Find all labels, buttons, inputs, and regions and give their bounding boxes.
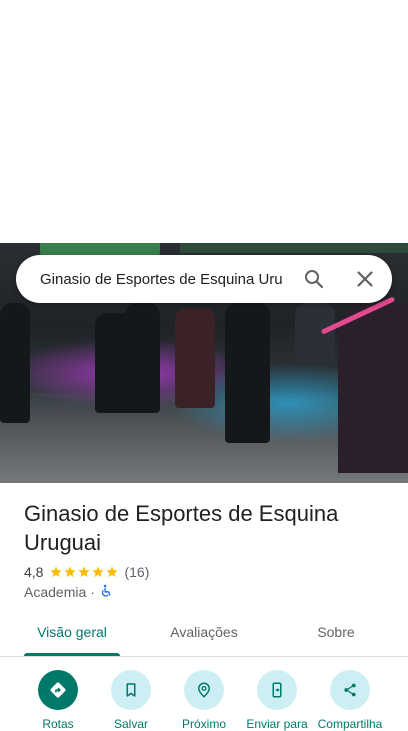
action-label: Salvar xyxy=(113,717,148,731)
category-row: Academia · xyxy=(24,583,113,601)
rating-value: 4,8 xyxy=(24,564,44,580)
place-tabs: Visão geral Avaliações Sobre xyxy=(0,612,408,657)
rating-stars xyxy=(49,565,119,579)
place-category[interactable]: Academia xyxy=(24,584,86,600)
save-button[interactable]: Salvar xyxy=(93,670,169,731)
action-label: Rotas xyxy=(42,717,74,731)
photo-dancer xyxy=(225,303,270,443)
photo-dancer xyxy=(125,303,160,413)
tab-about[interactable]: Sobre xyxy=(296,612,376,656)
photo-dancer xyxy=(295,303,335,363)
nearby-icon xyxy=(184,670,224,710)
tab-overview[interactable]: Visão geral xyxy=(24,612,120,656)
search-icon[interactable] xyxy=(302,267,326,291)
photo-banner xyxy=(40,243,160,255)
wheelchair-icon[interactable] xyxy=(99,584,113,601)
tab-active-indicator xyxy=(24,653,120,656)
star-icon xyxy=(92,566,105,578)
close-icon[interactable] xyxy=(353,267,377,291)
place-title: Ginasio de Esportes de Esquina Uruguai xyxy=(24,501,339,555)
photo-dancer xyxy=(338,303,408,473)
star-icon xyxy=(50,566,63,578)
photo-dancer xyxy=(175,308,215,408)
action-label: Compartilha xyxy=(317,717,383,731)
bookmark-icon xyxy=(111,670,151,710)
send-to-phone-icon xyxy=(257,670,297,710)
send-to-phone-button[interactable]: Enviar para xyxy=(239,670,315,731)
share-button[interactable]: Compartilha xyxy=(312,670,388,731)
photo-dancer xyxy=(0,303,30,423)
star-icon xyxy=(106,566,119,578)
tab-label: Avaliações xyxy=(170,624,238,640)
tab-label: Sobre xyxy=(317,624,355,640)
photo-banner-dark xyxy=(180,243,408,253)
nearby-button[interactable]: Próximo xyxy=(166,670,242,731)
directions-icon xyxy=(38,670,78,710)
tab-reviews[interactable]: Avaliações xyxy=(156,612,252,656)
review-count[interactable]: (16) xyxy=(124,564,149,580)
directions-button[interactable]: Rotas xyxy=(20,670,96,731)
search-input[interactable]: Ginasio de Esportes de Esquina Uru xyxy=(40,271,290,288)
rating-row[interactable]: 4,8 (16) xyxy=(24,563,149,581)
search-bar[interactable]: Ginasio de Esportes de Esquina Uru xyxy=(16,255,392,303)
action-label: Enviar para xyxy=(246,717,308,731)
action-label: Próximo xyxy=(181,717,226,731)
star-icon xyxy=(64,566,77,578)
share-icon xyxy=(330,670,370,710)
separator: · xyxy=(90,584,95,600)
tab-label: Visão geral xyxy=(37,624,107,640)
star-icon xyxy=(78,566,91,578)
